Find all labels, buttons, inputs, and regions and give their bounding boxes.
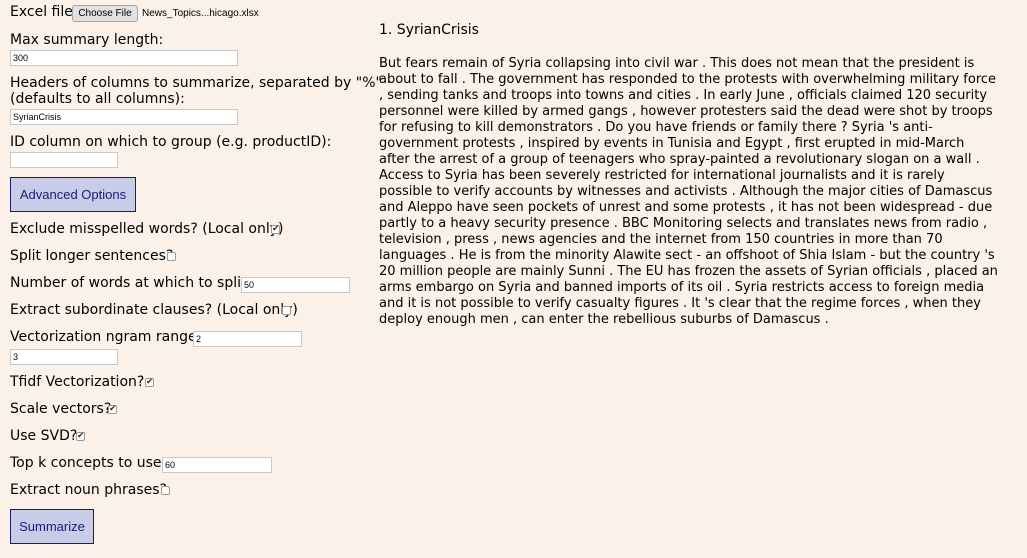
summarize-button[interactable]: Summarize xyxy=(10,509,94,544)
advanced-options-button[interactable]: Advanced Options xyxy=(10,177,136,212)
headers-label-line1: Headers of columns to summarize, separat… xyxy=(10,75,382,91)
ngram-min-input[interactable] xyxy=(193,331,302,347)
scale-vectors-label: Scale vectors? xyxy=(10,401,112,417)
exclude-misspelled-label: Exclude misspelled words? (Local only) xyxy=(10,221,284,237)
split-longer-checkbox[interactable] xyxy=(167,252,176,261)
noun-phrases-label: Extract noun phrases? xyxy=(10,482,167,498)
extract-subordinate-label: Extract subordinate clauses? (Local only… xyxy=(10,302,298,318)
use-svd-checkbox[interactable]: ✔ xyxy=(76,431,85,441)
summary-body: But fears remain of Syria collapsing int… xyxy=(379,56,998,327)
checkmark-icon: ✔ xyxy=(109,404,117,414)
max-summary-input[interactable] xyxy=(10,50,238,66)
headers-label-line2: (defaults to all columns): xyxy=(10,91,185,107)
max-summary-label: Max summary length: xyxy=(10,32,164,48)
tfidf-label: Tfidf Vectorization? xyxy=(10,374,145,390)
words-to-split-label: Number of words at which to split: xyxy=(10,275,252,291)
scale-vectors-checkbox[interactable]: ✔ xyxy=(108,404,117,414)
excel-file-label: Excel file xyxy=(10,4,73,20)
tfidf-checkbox[interactable]: ✔ xyxy=(145,377,154,387)
top-k-label: Top k concepts to use: xyxy=(10,455,167,471)
choose-file-button[interactable]: Choose File xyxy=(72,5,138,22)
headers-input[interactable] xyxy=(10,109,238,125)
use-svd-label: Use SVD? xyxy=(10,428,78,444)
words-to-split-input[interactable] xyxy=(241,277,350,293)
top-k-input[interactable] xyxy=(162,457,272,473)
file-name-text: News_Topics...hicago.xlsx xyxy=(142,8,259,19)
summarizer-page: Excel file Choose File News_Topics...hic… xyxy=(0,0,1027,558)
noun-phrases-checkbox[interactable] xyxy=(161,486,170,495)
checkmark-icon: ✔ xyxy=(77,431,85,441)
exclude-misspelled-checkbox[interactable]: ✔ xyxy=(271,224,280,234)
checkmark-icon: ✔ xyxy=(146,377,154,387)
ngram-max-input[interactable] xyxy=(10,349,118,365)
summary-title: 1. SyrianCrisis xyxy=(379,22,479,38)
id-column-input[interactable] xyxy=(10,152,118,168)
extract-subordinate-checkbox[interactable] xyxy=(282,306,291,315)
split-longer-label: Split longer sentences? xyxy=(10,248,174,264)
ngram-label: Vectorization ngram range: xyxy=(10,329,202,345)
checkmark-icon: ✔ xyxy=(272,224,280,234)
id-column-label: ID column on which to group (e.g. produc… xyxy=(10,134,332,150)
